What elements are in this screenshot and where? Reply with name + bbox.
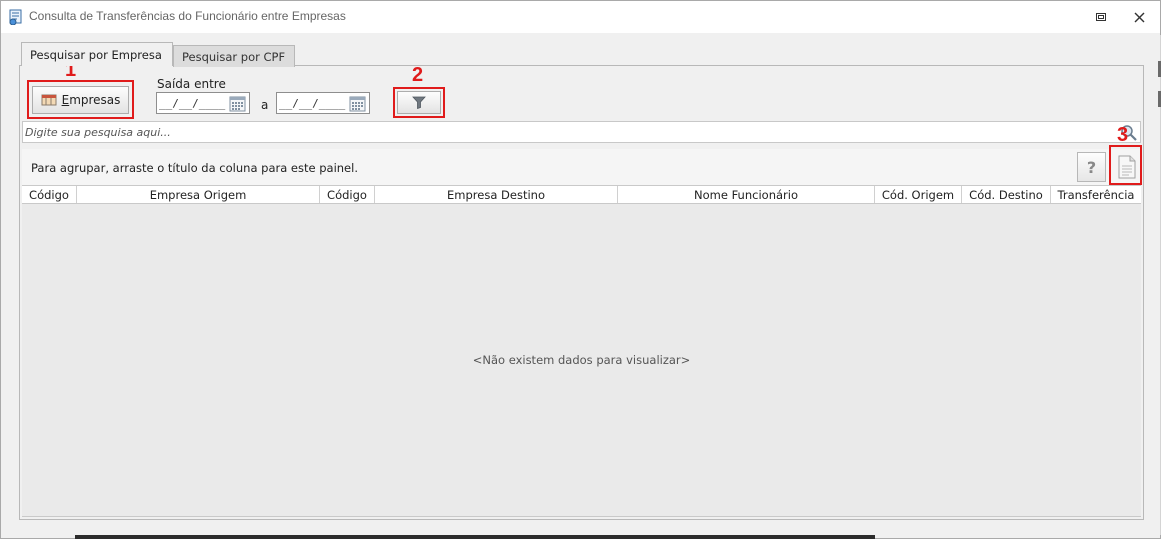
- column-header-cod-destino[interactable]: Cód. Destino: [962, 186, 1051, 203]
- grid-body[interactable]: <Não existem dados para visualizar>: [22, 204, 1141, 517]
- tab-pesquisar-por-cpf[interactable]: Pesquisar por CPF: [173, 45, 295, 67]
- search-input[interactable]: [25, 124, 1105, 140]
- taskbar-strip: [75, 535, 875, 539]
- help-icon: ?: [1086, 157, 1097, 177]
- close-icon: [1134, 12, 1144, 22]
- grid-header: Código Empresa Origem Código Empresa Des…: [22, 185, 1141, 204]
- group-by-panel[interactable]: Para agrupar, arraste o título da coluna…: [22, 149, 1141, 185]
- column-header-codigo-origem[interactable]: Código: [22, 186, 77, 203]
- date-to-input[interactable]: [279, 95, 347, 111]
- column-header-codigo-destino[interactable]: Código: [320, 186, 375, 203]
- date-to-field[interactable]: [276, 92, 370, 114]
- annotation-number-2: 2: [412, 64, 424, 86]
- annotation-number-3: 3: [1117, 124, 1129, 146]
- empty-grid-message: <Não existem dados para visualizar>: [472, 353, 691, 367]
- tab-label: Pesquisar por Empresa: [30, 47, 162, 62]
- between-label: a: [261, 98, 269, 112]
- column-header-transferencia[interactable]: Transferência: [1051, 186, 1141, 203]
- column-header-empresa-origem[interactable]: Empresa Origem: [77, 186, 320, 203]
- search-bar: [22, 121, 1141, 143]
- close-button[interactable]: [1125, 7, 1153, 27]
- saida-label: Saída entre: [157, 77, 226, 91]
- calendar-icon[interactable]: [349, 95, 366, 112]
- restore-button[interactable]: [1087, 7, 1115, 27]
- window-title: Consulta de Transferências do Funcionári…: [29, 9, 346, 23]
- annotation-box-3: [1109, 145, 1142, 185]
- column-header-nome-funcionario[interactable]: Nome Funcionário: [618, 186, 875, 203]
- annotation-box-2: [393, 87, 445, 118]
- group-by-hint: Para agrupar, arraste o título da coluna…: [31, 161, 358, 175]
- tab-label: Pesquisar por CPF: [182, 49, 286, 64]
- column-header-empresa-destino[interactable]: Empresa Destino: [375, 186, 618, 203]
- tab-pesquisar-por-empresa[interactable]: Pesquisar por Empresa: [21, 42, 173, 66]
- date-from-input[interactable]: [159, 95, 227, 111]
- title-bar[interactable]: Consulta de Transferências do Funcionári…: [1, 1, 1160, 33]
- restore-icon: [1096, 13, 1106, 21]
- annotation-box-1: [27, 80, 134, 119]
- date-from-field[interactable]: [156, 92, 250, 114]
- app-window: Consulta de Transferências do Funcionári…: [0, 0, 1161, 539]
- help-button[interactable]: ?: [1077, 152, 1106, 182]
- calendar-icon[interactable]: [229, 95, 246, 112]
- column-header-cod-origem[interactable]: Cód. Origem: [875, 186, 962, 203]
- report-icon: [9, 9, 22, 25]
